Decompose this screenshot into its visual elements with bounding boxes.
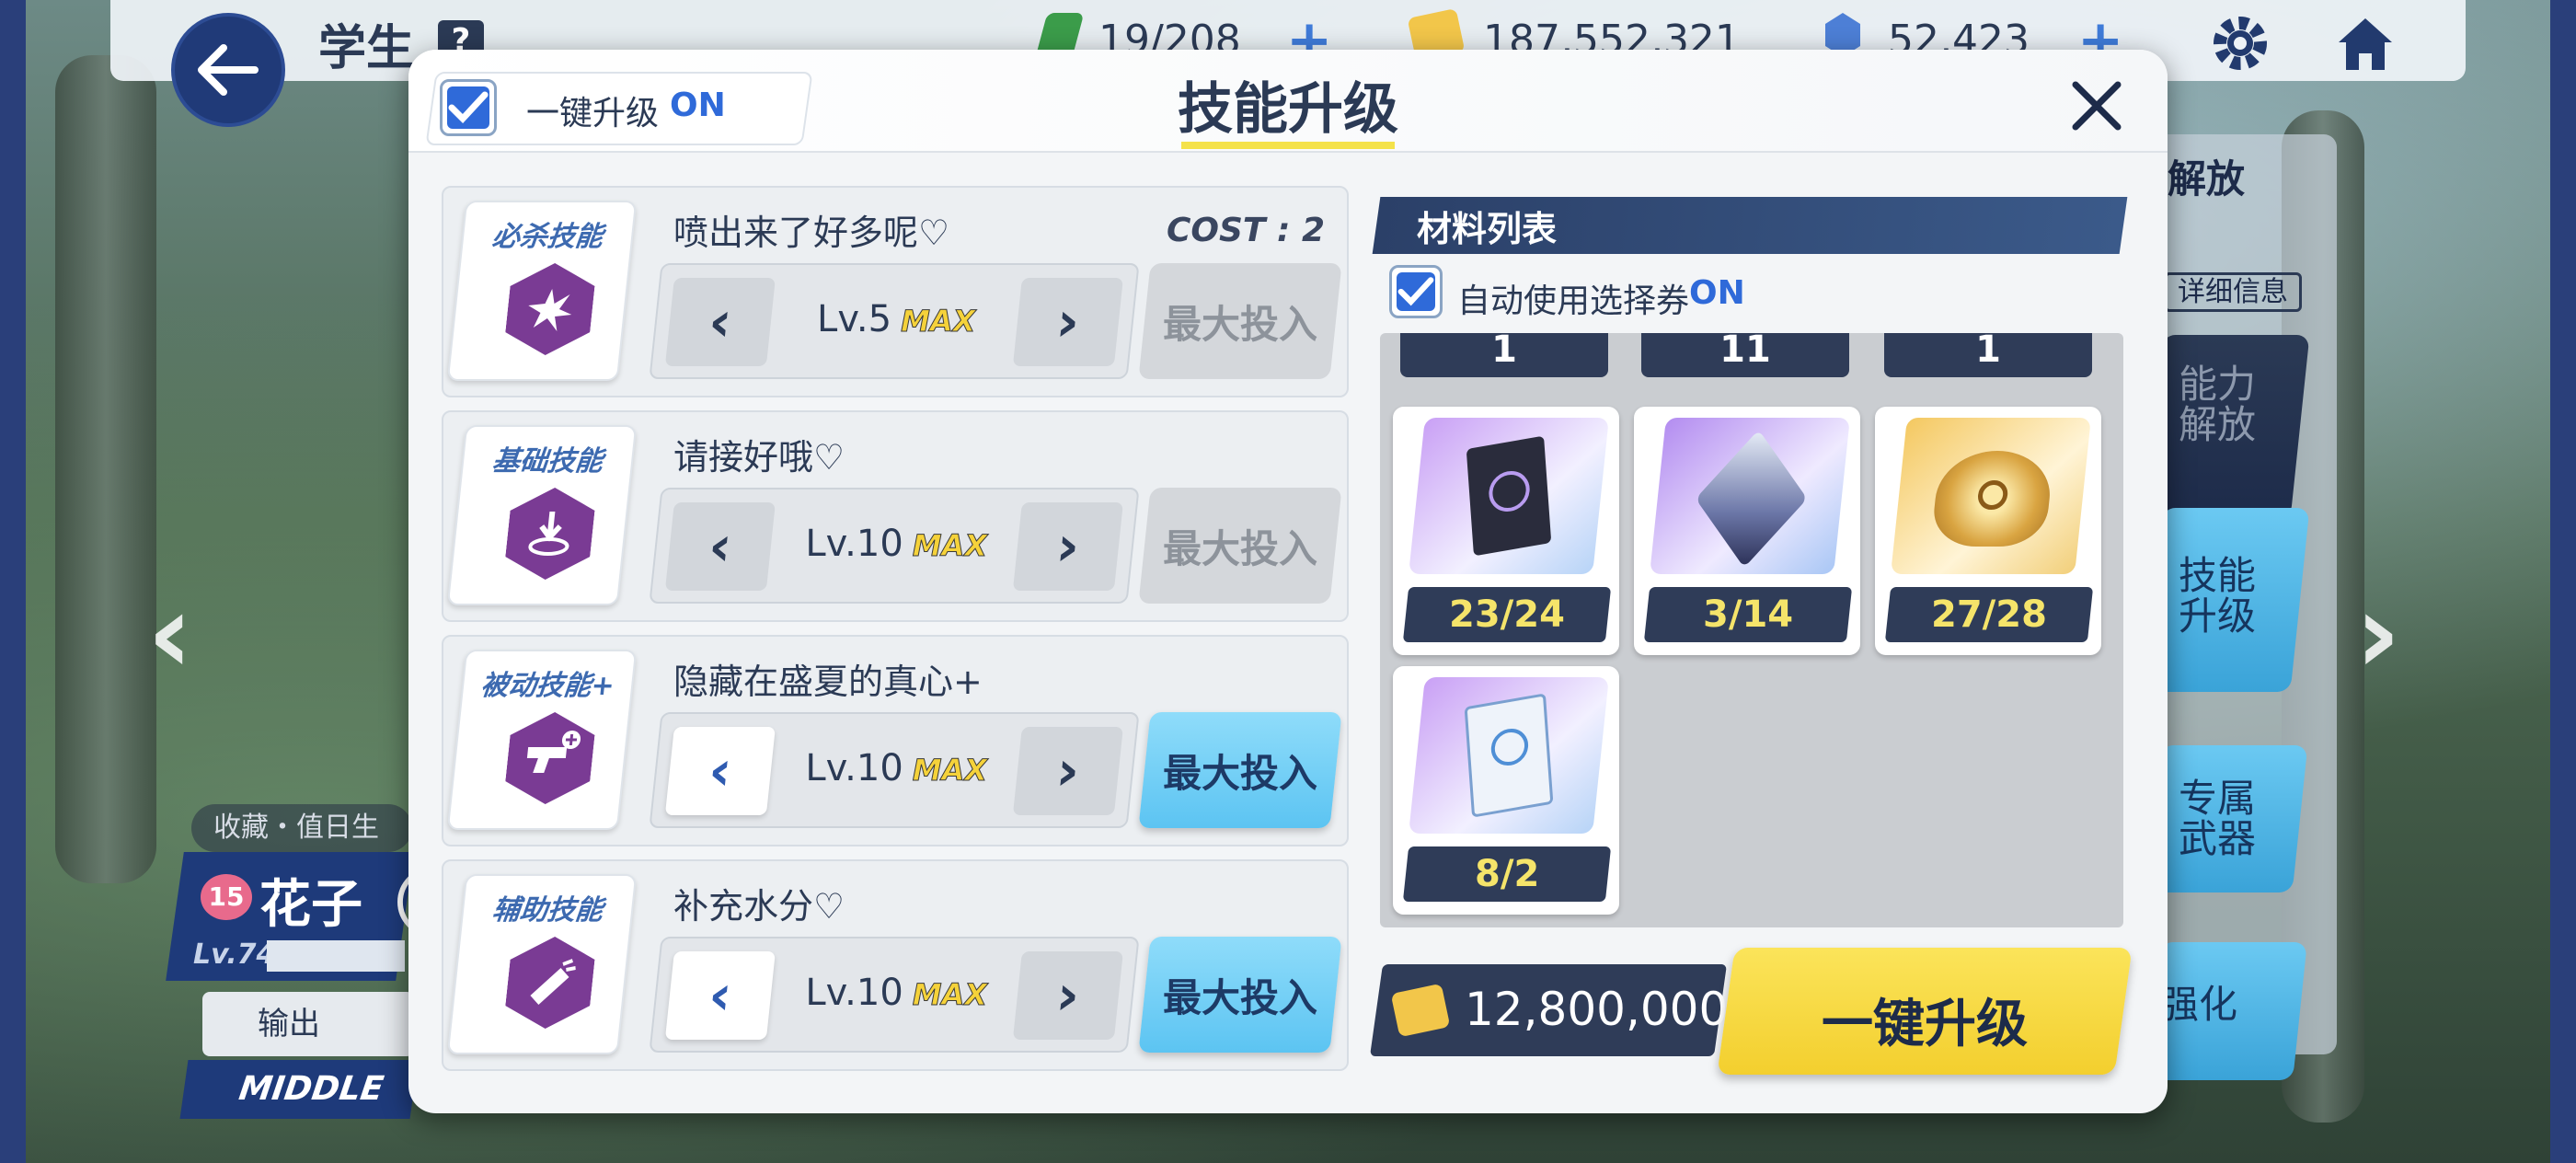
level-decrease-button[interactable]: ‹ [664,278,776,366]
dialog-title: 技能升级 [1178,77,1398,142]
max-invest-button[interactable]: 最大投入 [1138,937,1342,1053]
level-stepper: ‹ Lv.5 MAX › [649,263,1140,379]
max-invest-button[interactable]: 最大投入 [1138,712,1342,828]
skill-row-basic: 基础技能 请接好哦♡ ‹ Lv.10 MAX › 最大投入 [442,410,1349,622]
gun-upgrade-icon [503,712,598,804]
close-icon[interactable] [2064,74,2129,138]
prev-student-button[interactable]: ‹ [147,570,192,698]
skill-level: Lv.10 MAX [805,747,988,789]
gear-icon[interactable] [2208,11,2272,75]
skill-icon-card: 辅助技能 [446,874,638,1054]
arrow-left-icon [198,44,259,96]
burst-skill-icon [503,263,598,355]
tree-trunk [55,55,156,883]
level-decrease-button[interactable]: ‹ [664,502,776,591]
max-invest-button[interactable]: 最大投入 [1138,263,1342,379]
onekey-upgrade-label: 一键升级 [1822,995,2028,1054]
ability-unlock-label: 能力解放 [2178,362,2256,448]
position-badge: MIDDLE [179,1060,419,1119]
auto-ticket-checkbox[interactable] [1389,265,1443,318]
home-icon[interactable] [2333,11,2398,75]
level-increase-button[interactable]: › [1012,951,1123,1040]
level-bar [267,940,405,972]
level-decrease-button[interactable]: ‹ [664,951,776,1040]
exclusive-weapon-label: 专属武器 [2178,776,2256,862]
level-increase-button[interactable]: › [1012,727,1123,815]
title-underline [1181,142,1395,149]
material-count: 1 [1400,333,1608,377]
page-title: 学生 [318,21,415,76]
frame-right [2550,0,2576,1163]
upgrade-cost: 12,800,000 [1465,983,1729,1036]
skill-upgrade-dialog: 一键升级 ON 技能升级 必杀技能 喷出来了好多呢♡ COST : 2 ‹ Lv… [408,50,2168,1113]
material-count: 11 [1641,333,1849,377]
trinity-book-icon [1409,418,1609,574]
material-item[interactable]: 23/24 [1393,407,1619,655]
material-count: 1 [1884,333,2092,377]
max-invest-button[interactable]: 最大投入 [1138,488,1342,604]
skill-row-passive: 被动技能+ 隐藏在盛夏的真心+ ‹ Lv.10 MAX › 最大投入 [442,635,1349,846]
material-item[interactable]: 3/14 [1634,407,1860,655]
favorite-tag: 收藏・值日生 [191,804,412,852]
crystal-cube-icon [1650,418,1850,574]
skill-type-label: 辅助技能 [490,894,604,927]
golden-artifact-icon [1891,418,2091,574]
material-item[interactable]: 8/2 [1393,666,1619,915]
skill-type-label: 基础技能 [490,445,604,478]
material-item[interactable]: 27/28 [1875,407,2101,655]
skill-type-label: 被动技能+ [478,670,616,702]
water-splash-icon [503,488,598,580]
materials-grid[interactable]: 1 11 1 23/24 3/14 27/28 8/2 [1380,333,2123,927]
level-stepper: ‹ Lv.10 MAX › [649,488,1140,604]
techne-notebook-icon [1409,677,1609,834]
skill-name: 请接好哦♡ [673,437,845,478]
skill-icon-card: 必杀技能 [446,201,638,381]
character-level: Lv.74 [193,938,276,971]
skill-level: Lv.5 MAX [817,298,976,340]
checkmark-icon [1397,277,1434,306]
skill-row-ex: 必杀技能 喷出来了好多呢♡ COST : 2 ‹ Lv.5 MAX › 最大投入 [442,186,1349,397]
level-decrease-button[interactable]: ‹ [664,727,776,815]
skill-cost: COST : 2 [1166,212,1325,249]
skill-icon-card: 基础技能 [446,425,638,605]
frame-left [0,0,26,1163]
skill-icon-card: 被动技能+ [446,650,638,830]
level-stepper: ‹ Lv.10 MAX › [649,712,1140,828]
skill-type-label: 必杀技能 [490,221,604,253]
level-increase-button[interactable]: › [1012,502,1123,591]
skill-level: Lv.10 MAX [805,972,988,1014]
side-unlock-label: 解放 [2168,156,2246,202]
skill-level: Lv.10 MAX [805,523,988,565]
skill-name: 补充水分♡ [673,886,845,927]
material-count: 23/24 [1402,587,1612,642]
back-button[interactable] [171,13,285,127]
skill-name: 隐藏在盛夏的真心+ [673,662,983,702]
skill-row-support: 辅助技能 补充水分♡ ‹ Lv.10 MAX › 最大投入 [442,859,1349,1071]
detail-info-button[interactable]: 详细信息 [2164,272,2302,312]
water-gun-icon [503,937,598,1029]
role-badge: 输出 [202,992,414,1056]
material-count: 3/14 [1643,587,1853,642]
next-student-button[interactable]: › [2355,570,2400,698]
material-count: 8/2 [1402,846,1612,902]
auto-ticket-state: ON [1689,274,1745,312]
skill-upgrade-side-label: 技能升级 [2178,553,2256,639]
material-count: 27/28 [1884,587,2094,642]
level-stepper: ‹ Lv.10 MAX › [649,937,1140,1053]
auto-ticket-label: 自动使用选择券 [1457,282,1690,320]
skill-name: 喷出来了好多呢♡ [673,213,950,253]
materials-title: 材料列表 [1417,209,1558,249]
level-increase-button[interactable]: › [1012,278,1123,366]
bond-heart-icon: 15 [201,874,252,920]
